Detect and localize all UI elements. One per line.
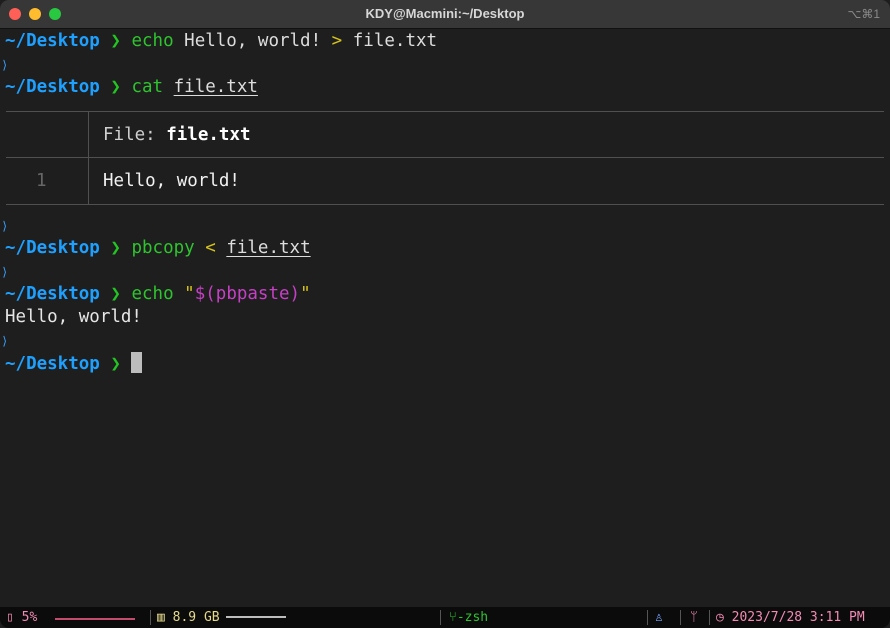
row-marker: ⟩	[1, 219, 9, 233]
prompt-path: ~/Desktop	[5, 354, 100, 374]
command-line-echo: ~/Desktop ❯ echo Hello, world! > file.tx…	[5, 30, 437, 53]
branch-icon: ⑂	[449, 610, 457, 625]
status-divider	[680, 610, 681, 625]
datetime: 2023/7/28 3:11 PM	[731, 610, 865, 625]
row-marker: ⟩	[1, 265, 9, 279]
cpu-usage: 5%	[21, 610, 38, 625]
cpu-sparkline	[55, 618, 136, 620]
command-name: cat	[131, 77, 164, 97]
prompt-path: ~/Desktop	[5, 284, 100, 304]
cpu-icon: ▯	[6, 610, 14, 625]
clock-status[interactable]: ◷ 2023/7/28 3:11 PM	[716, 607, 865, 628]
file-header: File: file.txt	[103, 123, 251, 147]
command-line-echo-pbpaste: ~/Desktop ❯ echo "$(pbpaste)"	[5, 283, 311, 306]
command-substitution: $(pbpaste)	[194, 284, 301, 304]
memory-usage: 8.9 GB	[172, 610, 220, 625]
status-divider	[440, 610, 441, 625]
prompt-path: ~/Desktop	[5, 31, 100, 51]
memory-bar	[225, 616, 286, 618]
echo-output: Hello, world!	[5, 307, 142, 327]
command-line-cat: ~/Desktop ❯ cat file.txt	[5, 76, 258, 99]
file-line-content: Hello, world!	[103, 171, 240, 191]
file-header-label: File:	[103, 125, 156, 145]
string-quote-open: "	[184, 284, 195, 304]
command-name: echo	[131, 284, 174, 304]
cpu-status[interactable]: ▯ 5%	[6, 607, 136, 628]
prompt-path: ~/Desktop	[5, 238, 100, 258]
terminal-content[interactable]: ~/Desktop ❯ echo Hello, world! > file.tx…	[0, 29, 890, 607]
command-file: file.txt	[173, 77, 258, 97]
row-marker: ⟩	[1, 334, 9, 348]
command-line-pbcopy: ~/Desktop ❯ pbcopy < file.txt	[5, 237, 311, 260]
title-bar[interactable]: KDY@Macmini:~/Desktop ⌥⌘1	[0, 0, 890, 29]
redirect-operator: <	[205, 238, 216, 258]
prompt-symbol: ❯	[110, 284, 121, 304]
line-number: 1	[36, 171, 47, 191]
command-file: file.txt	[226, 238, 311, 258]
command-name: echo	[131, 31, 174, 51]
terminal-window: KDY@Macmini:~/Desktop ⌥⌘1 ~/Desktop ❯ ec…	[0, 0, 890, 628]
prompt-symbol: ❯	[110, 238, 121, 258]
redirect-operator: >	[331, 31, 343, 51]
status-bar: ▯ 5% ▥ 8.9 GB ⑂-zsh ♙ ᛘ ◷ 2023/7/28 3:11…	[0, 607, 890, 628]
prompt-path: ~/Desktop	[5, 77, 100, 97]
user-icon[interactable]: ♙	[655, 607, 663, 628]
table-divider	[6, 157, 884, 158]
status-divider	[150, 610, 151, 625]
text-cursor	[131, 352, 143, 373]
command-args: Hello, world!	[173, 31, 332, 51]
command-name: pbcopy	[131, 238, 195, 258]
window-title: KDY@Macmini:~/Desktop	[365, 6, 525, 21]
gutter-divider	[88, 112, 89, 204]
window-shortcut: ⌥⌘1	[847, 7, 880, 21]
prompt-symbol: ❯	[110, 77, 121, 97]
bat-output-table: File: file.txt 1 Hello, world!	[6, 111, 884, 205]
row-marker: ⟩	[1, 58, 9, 72]
string-quote-close: "	[300, 284, 311, 304]
shell-name: -zsh	[456, 610, 489, 625]
memory-status[interactable]: ▥ 8.9 GB	[157, 607, 286, 628]
status-divider	[709, 610, 710, 625]
clock-icon: ◷	[716, 610, 724, 625]
command-file: file.txt	[352, 31, 438, 51]
memory-icon: ▥	[157, 610, 165, 625]
current-prompt[interactable]: ~/Desktop ❯	[5, 352, 143, 375]
file-header-name: file.txt	[166, 125, 251, 145]
prompt-symbol: ❯	[110, 31, 121, 51]
prompt-symbol: ❯	[110, 354, 121, 374]
shell-status[interactable]: ⑂-zsh	[449, 607, 488, 628]
git-icon[interactable]: ᛘ	[690, 607, 698, 628]
status-divider	[647, 610, 648, 625]
